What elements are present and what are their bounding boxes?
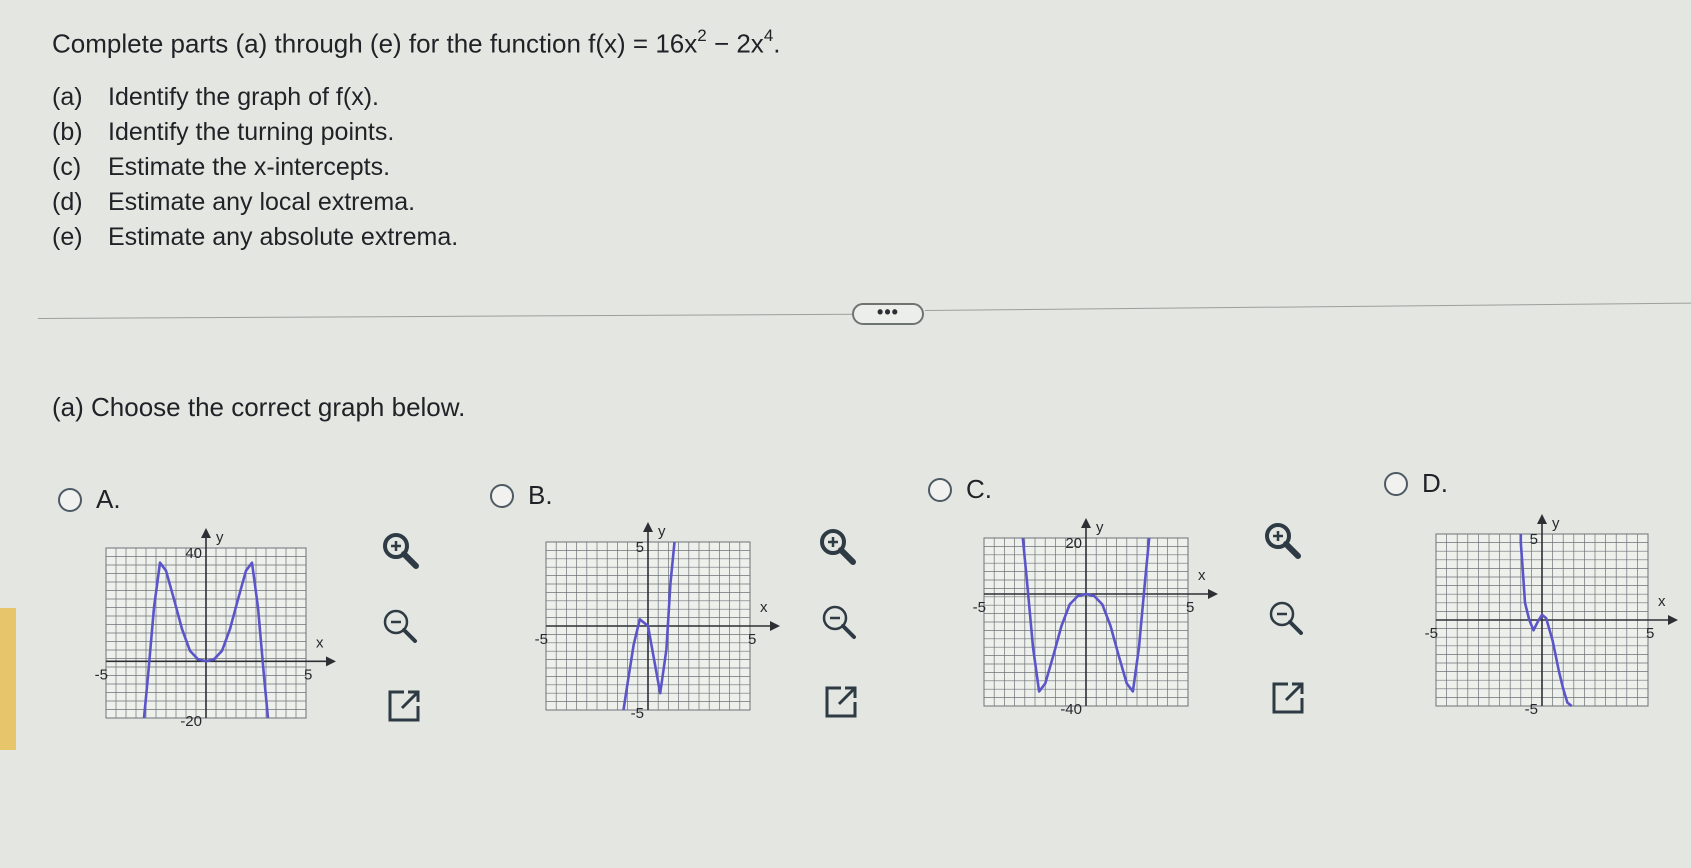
part-a-prompt: (a) Choose the correct graph below. <box>52 392 466 422</box>
y-tick-max: 20 <box>1065 535 1082 552</box>
y-tick-min: -40 <box>1060 701 1082 718</box>
zoom-out-icon[interactable] <box>378 604 422 648</box>
y-axis-label: y <box>216 529 224 546</box>
graph-option-b[interactable]: yx5-5-5 5 <box>535 522 810 786</box>
y-axis-label: y <box>658 523 666 540</box>
x-tick-max: 5 <box>1186 599 1194 616</box>
graph-option-d[interactable]: yx5-5-5 5 <box>1425 514 1680 782</box>
x-axis-label: x <box>760 599 768 616</box>
x-axis-label: x <box>1658 593 1666 610</box>
option-b-label: B. <box>528 480 553 510</box>
y-tick-max: 5 <box>636 539 644 556</box>
zoom-in-icon[interactable] <box>378 528 422 572</box>
radio-option-d[interactable] <box>1384 471 1408 496</box>
exponent-4: 4 <box>763 26 774 45</box>
zoom-in-icon[interactable] <box>815 524 859 568</box>
question-parts-list: (a) Identify the graph of f(x). (b) Identi… <box>52 80 458 255</box>
y-tick-max: 5 <box>1530 531 1538 548</box>
x-axis-label: x <box>316 634 324 651</box>
y-axis-label: y <box>1096 519 1104 536</box>
part-d: (d) Estimate any local extrema. <box>52 188 416 216</box>
y-tick-min: -5 <box>1525 701 1538 718</box>
x-tick-max: 5 <box>304 666 312 683</box>
x-tick-max: 5 <box>748 631 756 648</box>
x-tick-min: -5 <box>535 631 548 648</box>
y-tick-max: 40 <box>185 545 202 562</box>
x-tick-min: -5 <box>1425 625 1438 642</box>
option-b[interactable]: B. <box>490 480 553 511</box>
part-b: (b) Identify the turning points. <box>52 118 395 146</box>
x-axis-label: x <box>1198 567 1206 584</box>
zoom-in-icon[interactable] <box>1260 518 1304 562</box>
question-end: . <box>773 28 781 59</box>
question-intro: Complete parts (a) through (e) for the f… <box>52 28 698 59</box>
external-link-icon[interactable] <box>1266 676 1310 720</box>
part-e: (e) Estimate any absolute extrema. <box>52 223 459 251</box>
x-tick-min: -5 <box>973 599 986 616</box>
radio-option-a[interactable] <box>58 487 82 512</box>
option-d-label: D. <box>1422 468 1448 498</box>
x-tick-min: -5 <box>95 666 108 683</box>
y-axis-label: y <box>1552 515 1560 532</box>
divider <box>924 302 1691 311</box>
expand-more-button[interactable]: ••• <box>852 303 924 325</box>
graph-option-c[interactable]: y x 20 -40 -5 5 <box>973 518 1248 782</box>
option-c[interactable]: C. <box>928 474 992 505</box>
radio-option-c[interactable] <box>928 477 952 502</box>
option-d[interactable]: D. <box>1384 468 1448 499</box>
graph-option-a[interactable]: y x 40 -20 -5 5 <box>95 528 350 798</box>
part-c: (c) Estimate the x-intercepts. <box>52 153 391 181</box>
question-mid: − 2x <box>706 28 764 59</box>
question-title: Complete parts (a) through (e) for the f… <box>52 26 781 60</box>
zoom-out-icon[interactable] <box>1264 596 1308 640</box>
divider <box>37 313 853 319</box>
option-a[interactable]: A. <box>58 484 121 515</box>
option-c-label: C. <box>966 474 992 504</box>
zoom-out-icon[interactable] <box>817 600 861 644</box>
y-tick-min: -20 <box>180 713 202 730</box>
external-link-icon[interactable] <box>819 680 863 724</box>
radio-option-b[interactable] <box>490 483 514 508</box>
part-a: (a) Identify the graph of f(x). <box>52 83 379 111</box>
x-tick-max: 5 <box>1646 625 1654 642</box>
option-a-label: A. <box>96 484 121 514</box>
y-tick-min: -5 <box>631 705 644 722</box>
side-tab[interactable] <box>0 608 16 750</box>
exponent-2: 2 <box>697 26 707 45</box>
external-link-icon[interactable] <box>382 684 426 728</box>
